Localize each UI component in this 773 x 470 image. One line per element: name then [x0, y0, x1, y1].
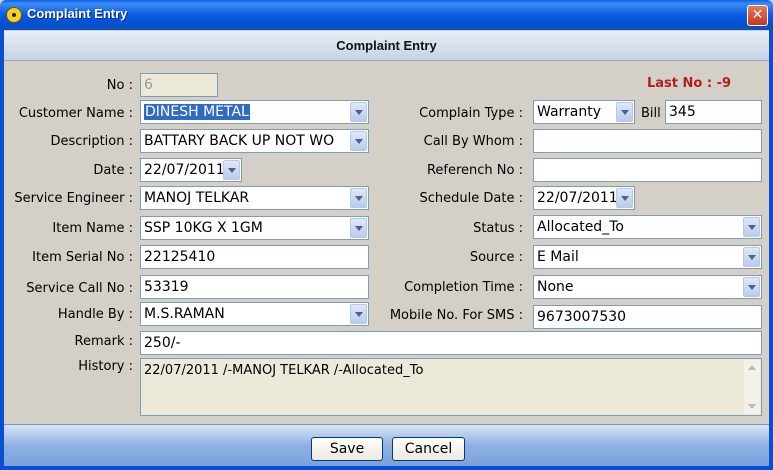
description-select[interactable]: BATTARY BACK UP NOT WO: [140, 129, 369, 153]
scroll-down-icon[interactable]: [744, 398, 760, 414]
chevron-down-icon[interactable]: [350, 304, 367, 324]
button-bar: [4, 424, 769, 466]
bill-input[interactable]: 345: [665, 100, 762, 124]
mobile-sms-input[interactable]: 9673007530: [533, 305, 762, 329]
handle-by-select[interactable]: M.S.RAMAN: [140, 302, 369, 326]
customer-name-label: Customer Name :: [18, 106, 133, 121]
customer-name-select[interactable]: DINESH METAL: [140, 100, 369, 124]
customer-name-value: DINESH METAL: [144, 104, 250, 120]
chevron-down-icon[interactable]: [743, 247, 760, 267]
item-serial-no-label: Item Serial No :: [32, 250, 133, 265]
date-picker[interactable]: 22/07/2011: [140, 158, 242, 182]
service-call-no-label: Service Call No :: [26, 281, 133, 296]
handle-by-value: M.S.RAMAN: [144, 306, 225, 322]
remark-input[interactable]: 250/-: [140, 331, 762, 355]
scroll-up-icon[interactable]: [744, 360, 760, 376]
description-label: Description :: [50, 134, 133, 149]
no-field: 6: [140, 73, 218, 97]
item-name-value: SSP 10KG X 1GM: [144, 220, 263, 236]
service-call-no-input[interactable]: 53319: [140, 275, 369, 299]
schedule-date-value: 22/07/2011: [537, 190, 618, 206]
history-label: History :: [78, 359, 133, 374]
source-select[interactable]: E Mail: [533, 245, 762, 269]
date-value: 22/07/2011: [144, 162, 225, 178]
history-textarea[interactable]: 22/07/2011 /-MANOJ TELKAR /-Allocated_To: [140, 358, 762, 416]
schedule-date-label: Schedule Date :: [419, 191, 523, 206]
window-frame-bottom: [0, 466, 773, 470]
service-engineer-value: MANOJ TELKAR: [144, 190, 250, 206]
completion-time-label: Completion Time :: [404, 280, 523, 295]
window-frame-right: [769, 30, 773, 470]
referench-no-label: Referench No :: [426, 163, 523, 178]
status-label: Status :: [473, 221, 523, 236]
completion-time-select[interactable]: None: [533, 275, 762, 299]
service-engineer-select[interactable]: MANOJ TELKAR: [140, 186, 369, 210]
complain-type-label: Complain Type :: [419, 106, 523, 121]
no-label: No :: [106, 78, 133, 93]
chevron-down-icon[interactable]: [223, 160, 240, 180]
form-header: Complaint Entry: [4, 31, 769, 61]
chevron-down-icon[interactable]: [350, 102, 367, 122]
chevron-down-icon[interactable]: [616, 102, 633, 122]
chevron-down-icon[interactable]: [616, 188, 633, 208]
schedule-date-picker[interactable]: 22/07/2011: [533, 186, 635, 210]
description-value: BATTARY BACK UP NOT WO: [144, 133, 335, 149]
call-by-whom-input[interactable]: [533, 129, 762, 153]
chevron-down-icon[interactable]: [350, 188, 367, 208]
source-value: E Mail: [537, 249, 579, 265]
complain-type-select[interactable]: Warranty: [533, 100, 635, 124]
completion-time-value: None: [537, 279, 574, 295]
handle-by-label: Handle By :: [57, 307, 133, 322]
mobile-sms-label: Mobile No. For SMS :: [389, 308, 523, 323]
service-engineer-label: Service Engineer :: [14, 191, 133, 206]
last-no-indicator: Last No : -9: [647, 76, 732, 91]
close-button[interactable]: ✕: [747, 5, 768, 26]
status-value: Allocated_To: [537, 219, 624, 235]
referench-no-input[interactable]: [533, 158, 762, 182]
history-scrollbar[interactable]: [744, 360, 760, 414]
call-by-whom-label: Call By Whom :: [423, 134, 523, 149]
item-serial-no-input[interactable]: 22125410: [140, 245, 369, 269]
chevron-down-icon[interactable]: [350, 131, 367, 151]
complain-type-value: Warranty: [537, 104, 602, 120]
history-text: 22/07/2011 /-MANOJ TELKAR /-Allocated_To: [144, 363, 424, 378]
save-button[interactable]: Save: [311, 437, 383, 461]
date-label: Date :: [93, 163, 133, 178]
bill-label: Bill: [641, 106, 661, 121]
chevron-down-icon[interactable]: [743, 217, 760, 237]
source-label: Source :: [469, 250, 523, 265]
item-name-label: Item Name :: [52, 221, 133, 236]
window-title: Complaint Entry: [27, 6, 128, 21]
chevron-down-icon[interactable]: [350, 218, 367, 238]
remark-label: Remark :: [74, 334, 133, 349]
cancel-button[interactable]: Cancel: [392, 437, 465, 461]
chevron-down-icon[interactable]: [743, 277, 760, 297]
radiation-icon: [6, 7, 22, 23]
status-select[interactable]: Allocated_To: [533, 215, 762, 239]
item-name-select[interactable]: SSP 10KG X 1GM: [140, 216, 369, 240]
